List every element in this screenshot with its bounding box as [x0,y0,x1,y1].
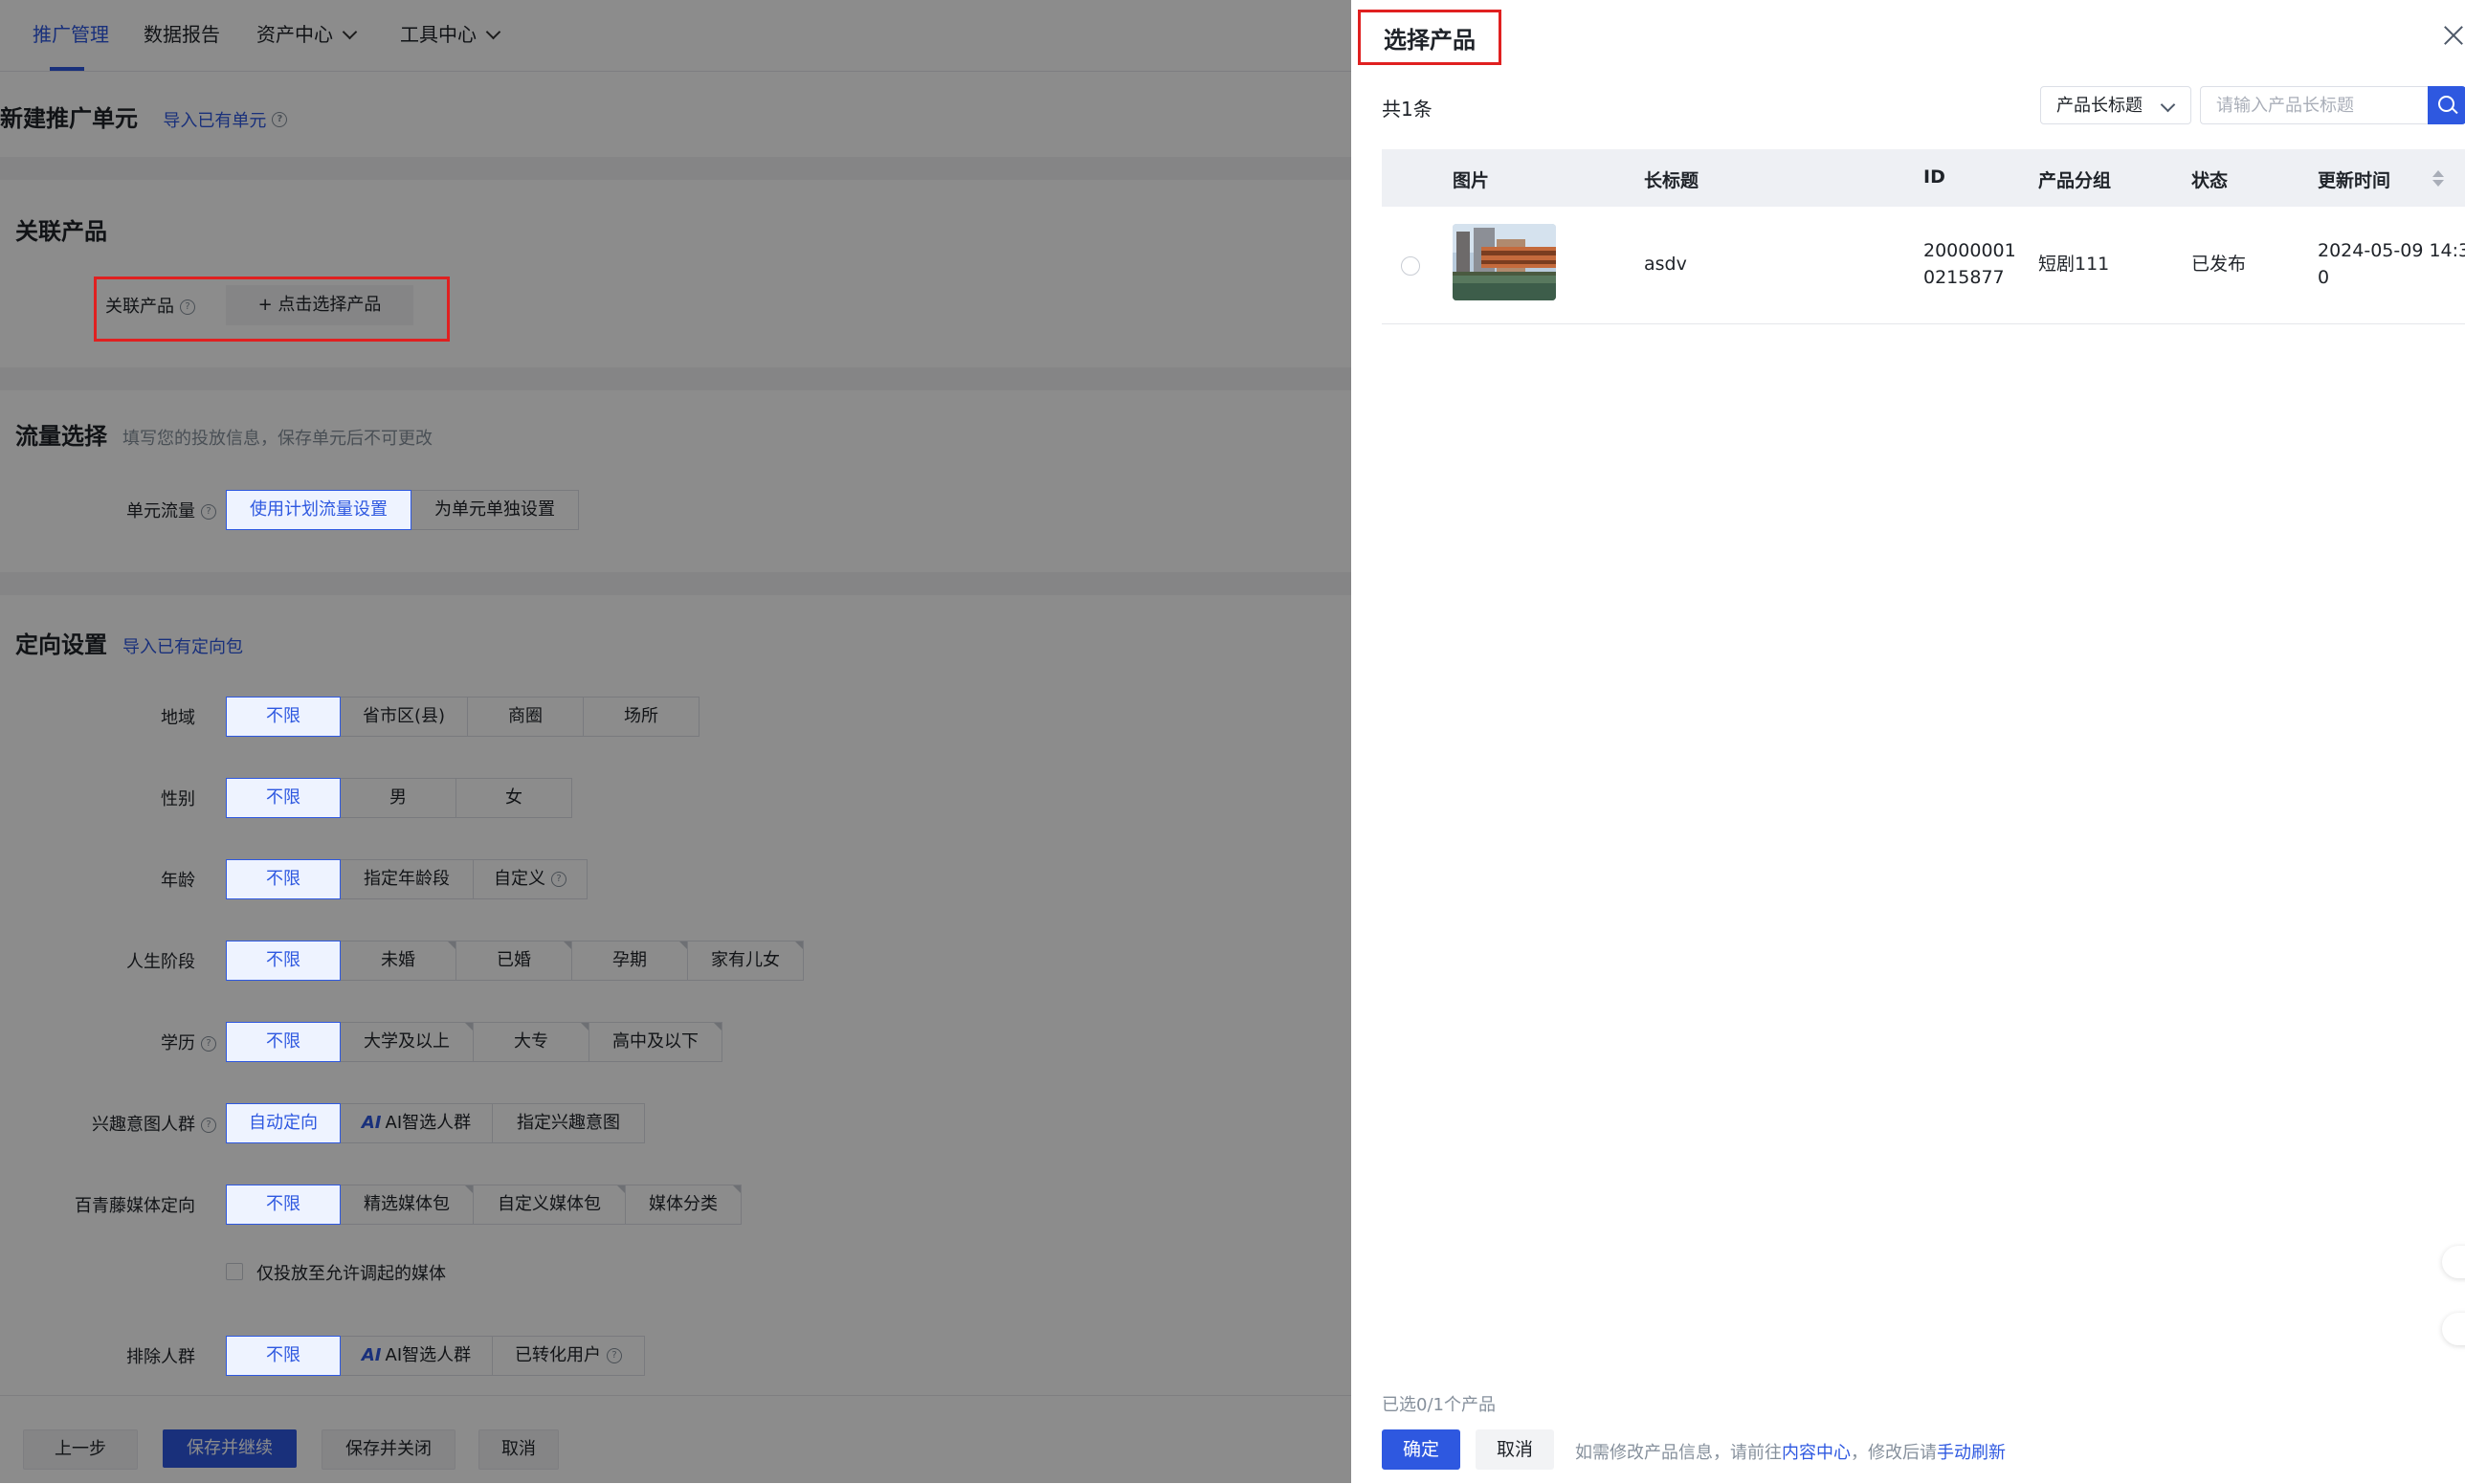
table-row[interactable]: asdv 20000001 0215877 短剧111 已发布 2024-05-… [1382,207,2465,324]
edit-hint: 如需修改产品信息，请前往内容中心，修改后请手动刷新 [1575,1439,2006,1464]
modal-mask[interactable] [0,0,1351,1483]
interest-option-auto[interactable]: 自动定向 [226,1103,341,1143]
exclude-option-unlimited[interactable]: 不限 [226,1336,341,1376]
highlight-box-drawer-title [1358,10,1501,65]
search-button[interactable] [2428,86,2465,124]
row-radio[interactable] [1401,256,1420,276]
traffic-option-plan[interactable]: 使用计划流量设置 [226,490,411,530]
product-updated-line2: 0 [2318,267,2330,288]
selected-count: 已选0/1个产品 [1382,1395,1496,1415]
product-status: 已发布 [2191,254,2247,275]
product-thumbnail [1453,224,1556,300]
region-option-unlimited[interactable]: 不限 [226,697,341,737]
sort-asc-icon [2432,170,2444,177]
chevron-down-icon [2160,97,2176,113]
product-title: asdv [1644,254,1687,275]
sort-icon[interactable] [2432,170,2444,187]
content-center-link[interactable]: 内容中心 [1782,1443,1851,1463]
search-field-select-value: 产品长标题 [2056,96,2143,116]
select-product-drawer: 选择产品 共1条 产品长标题 图片 长标题 ID 产品分组 状态 更新时间 [1351,0,2465,1483]
gender-option-unlimited[interactable]: 不限 [226,778,341,818]
product-id-line2: 0215877 [1923,267,2005,288]
edit-hint-prefix: 如需修改产品信息，请前往 [1575,1443,1782,1463]
edit-hint-middle: ，修改后请 [1851,1443,1937,1463]
column-header-title: 长标题 [1644,170,1699,191]
drawer-cancel-button[interactable]: 取消 [1476,1429,1554,1470]
life-stage-option-unlimited[interactable]: 不限 [226,941,341,981]
product-image [1453,224,1556,300]
education-option-unlimited[interactable]: 不限 [226,1022,341,1062]
column-header-updated[interactable]: 更新时间 [2318,166,2390,192]
manual-refresh-link[interactable]: 手动刷新 [1937,1443,2006,1463]
total-count: 共1条 [1382,98,1432,121]
column-header-group: 产品分组 [2038,170,2112,191]
product-id: 20000001 0215877 [1923,237,2016,291]
confirm-button[interactable]: 确定 [1382,1429,1460,1470]
age-option-unlimited[interactable]: 不限 [226,859,341,899]
highlight-box-product-selector [94,277,450,342]
product-group: 短剧111 [2038,254,2110,275]
search-icon-handle [2452,107,2458,115]
media-option-unlimited[interactable]: 不限 [226,1185,341,1225]
product-search-input[interactable] [2200,86,2428,124]
table-header: 图片 长标题 ID 产品分组 状态 更新时间 [1382,149,2465,207]
column-header-id: ID [1923,166,1945,188]
search-field-select[interactable]: 产品长标题 [2040,86,2191,124]
product-updated-line1: 2024-05-09 14:3 [2318,240,2465,261]
close-icon[interactable] [2442,23,2465,46]
product-id-line1: 20000001 [1923,240,2016,261]
product-updated-time: 2024-05-09 14:3 0 [2318,237,2465,291]
column-header-image: 图片 [1453,170,1490,191]
column-header-status: 状态 [2191,170,2229,191]
sort-desc-icon [2432,180,2444,187]
